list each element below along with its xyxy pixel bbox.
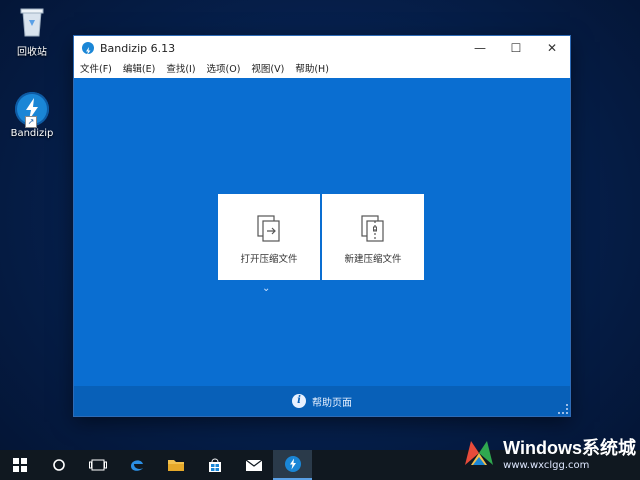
file-explorer-icon (167, 460, 184, 471)
file-explorer-button[interactable] (156, 450, 195, 480)
cortana-icon (52, 459, 65, 471)
help-page-bar[interactable]: i 帮助页面 (74, 386, 570, 416)
new-archive-icon (361, 215, 384, 242)
task-view-icon (88, 459, 107, 471)
minimize-button[interactable]: — (462, 36, 498, 60)
new-archive-button[interactable]: 新建压缩文件 (322, 194, 424, 280)
open-archive-button[interactable]: 打开压缩文件 (218, 194, 320, 280)
task-view-button[interactable] (78, 450, 117, 480)
expand-chevron-icon[interactable]: ⌄ (262, 283, 270, 294)
bandizip-taskbar-button[interactable] (273, 450, 312, 480)
maximize-button[interactable]: ☐ (498, 36, 534, 60)
recycle-bin-icon (20, 8, 44, 37)
open-archive-icon (257, 215, 280, 242)
title-bar[interactable]: Bandizip 6.13 — ☐ ✕ (74, 36, 570, 60)
watermark-title: Windows系统城 (503, 438, 636, 458)
watermark: Windows系统城 www.wxclgg.com (461, 434, 636, 471)
menu-edit[interactable]: 编辑(E) (123, 61, 155, 75)
close-button[interactable]: ✕ (534, 36, 570, 60)
info-icon: i (292, 394, 306, 408)
menu-file[interactable]: 文件(F) (80, 61, 112, 75)
watermark-url: www.wxclgg.com (503, 460, 590, 471)
new-archive-label: 新建压缩文件 (344, 254, 402, 265)
menu-help[interactable]: 帮助(H) (295, 61, 329, 75)
recycle-bin-label: 回收站 (17, 47, 47, 58)
help-page-label: 帮助页面 (312, 397, 352, 409)
recycle-bin-shortcut[interactable]: 回收站 (2, 4, 62, 58)
menu-find[interactable]: 查找(I) (166, 61, 195, 75)
edge-icon (130, 460, 143, 471)
mail-icon (245, 459, 262, 471)
store-button[interactable] (195, 450, 234, 480)
start-button[interactable] (0, 450, 39, 480)
edge-button[interactable] (117, 450, 156, 480)
menu-view[interactable]: 视图(V) (251, 61, 284, 75)
start-icon (12, 458, 27, 472)
app-title-icon (82, 42, 94, 55)
resize-grip[interactable] (558, 404, 568, 414)
bandizip-desktop-label: Bandizip (10, 128, 54, 139)
shortcut-arrow-icon: ↗ (25, 116, 37, 128)
bandizip-shortcut[interactable]: ↗ Bandizip (2, 92, 62, 139)
window-title: Bandizip 6.13 (100, 41, 176, 55)
main-panel: 打开压缩文件 新建压缩文件 ⌄ i 帮助页面 (74, 78, 570, 416)
bandizip-window: Bandizip 6.13 — ☐ ✕ 文件(F) 编辑(E) 查找(I) 选项… (74, 36, 570, 416)
store-icon (208, 458, 221, 472)
cortana-button[interactable] (39, 450, 78, 480)
menu-options[interactable]: 选项(O) (207, 61, 241, 75)
watermark-logo-icon (461, 435, 497, 471)
menu-bar: 文件(F) 编辑(E) 查找(I) 选项(O) 视图(V) 帮助(H) (74, 60, 570, 76)
mail-button[interactable] (234, 450, 273, 480)
bandizip-logo-icon: ↗ (15, 92, 49, 128)
open-archive-label: 打开压缩文件 (240, 254, 298, 265)
bandizip-icon (284, 456, 301, 472)
